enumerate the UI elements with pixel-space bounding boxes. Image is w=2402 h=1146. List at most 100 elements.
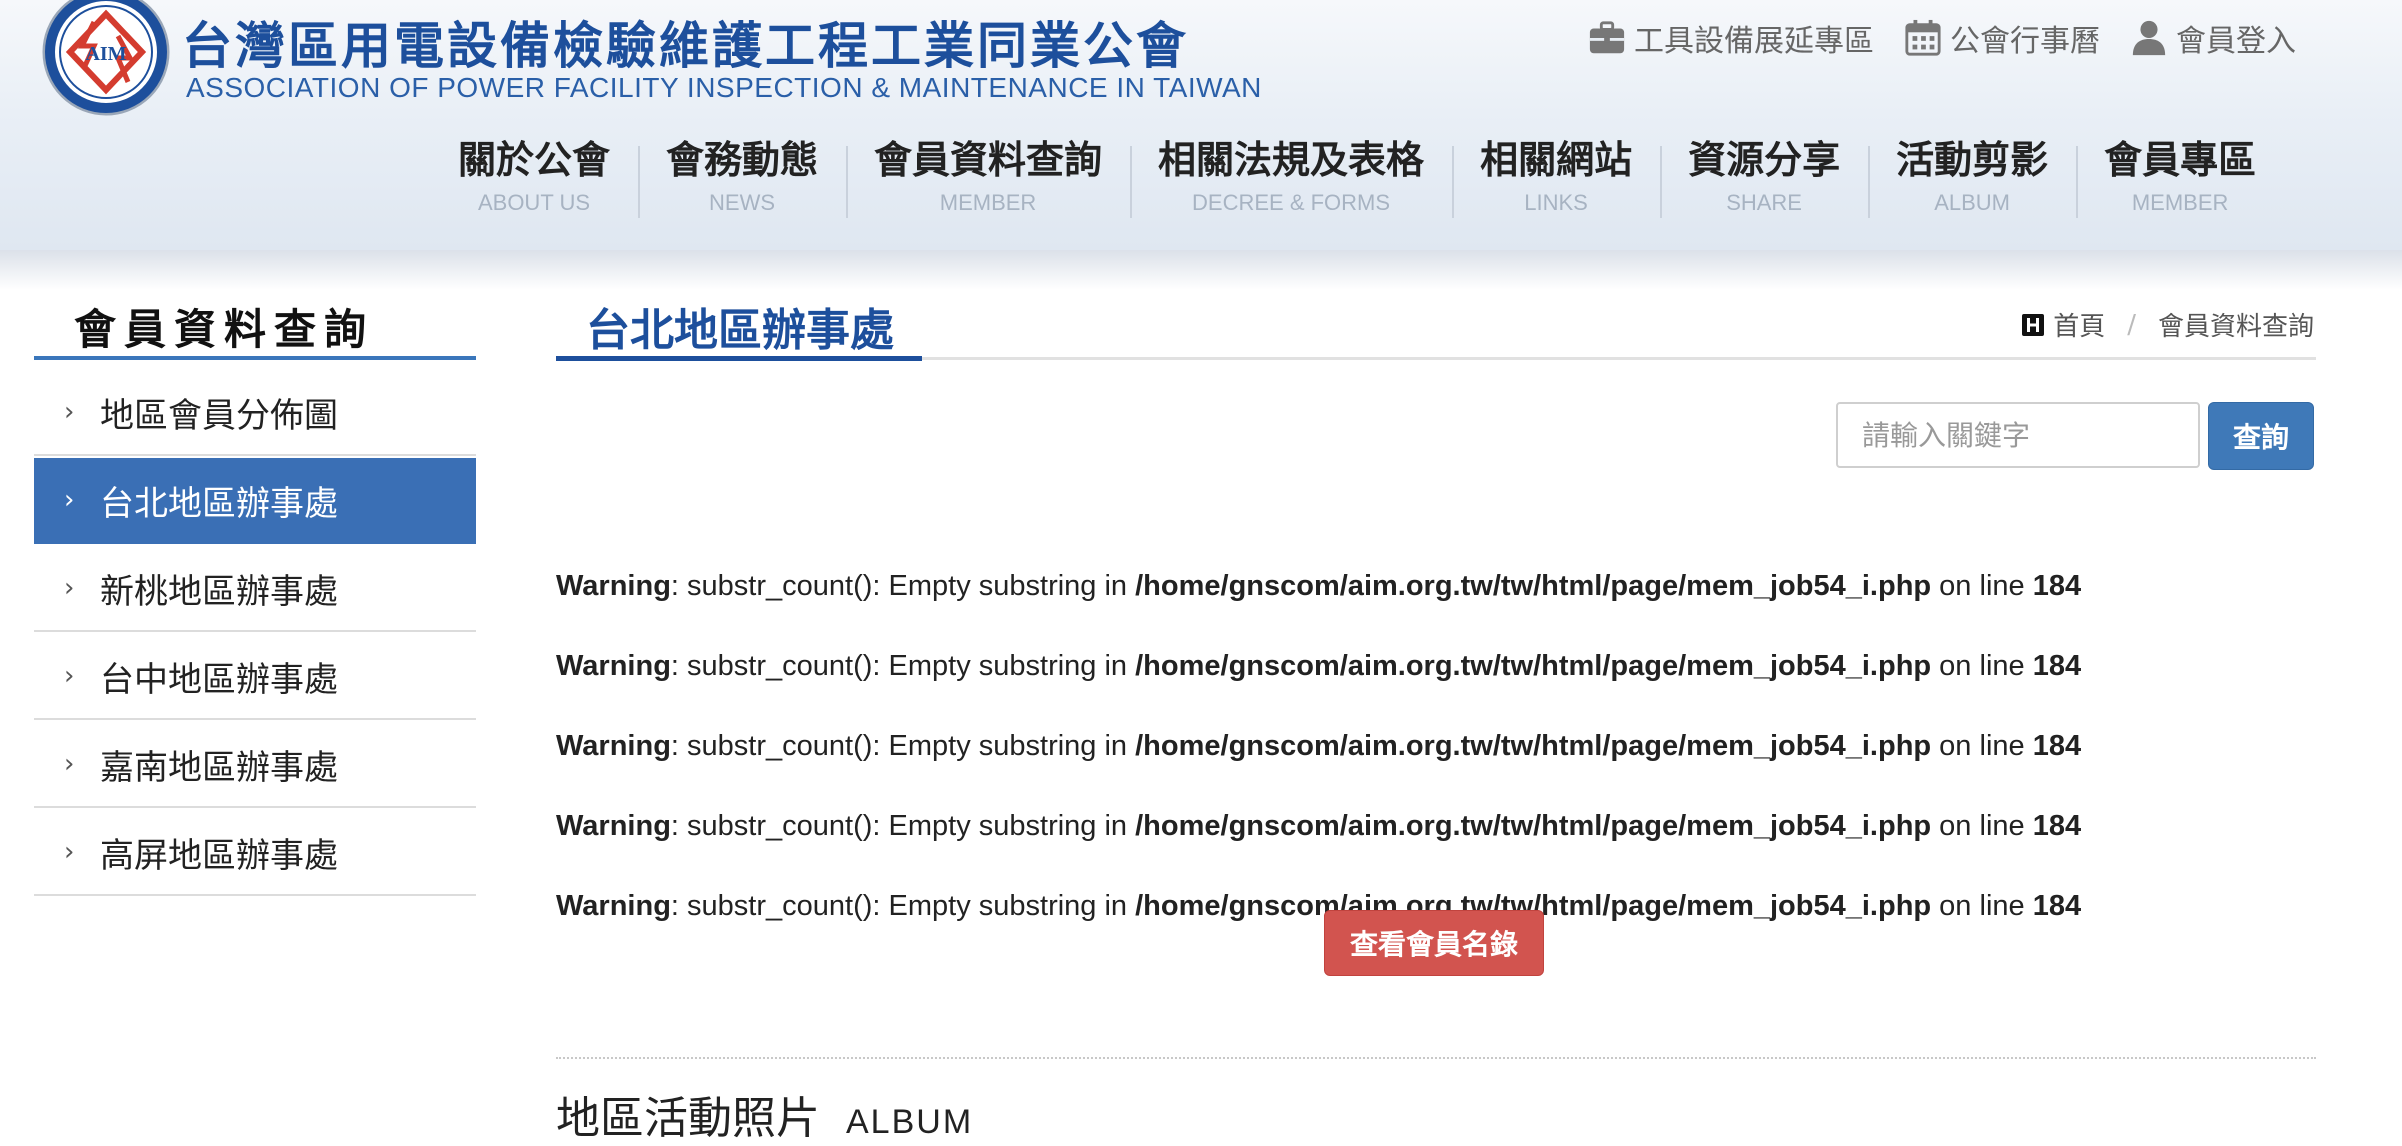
nav-decree-forms-sublabel: DECREE & FORMS: [1192, 190, 1391, 215]
warning-label: Warning: [556, 730, 671, 762]
search-button[interactable]: 查詢: [2208, 402, 2314, 470]
sidebar-item-label: 新桃地區辦事處: [100, 571, 338, 612]
tool-extension-link[interactable]: 工具設備展延專區: [1588, 16, 1874, 60]
nav-about[interactable]: 關於公會 ABOUT US: [430, 132, 638, 218]
sidebar-item-xintao-office[interactable]: › 新桃地區辦事處: [34, 546, 476, 632]
warning-on-line: on line: [1931, 570, 2033, 602]
warning-message: : substr_count(): Empty substring in: [670, 570, 1136, 602]
sidebar-item-chiayi-tainan-office[interactable]: › 嘉南地區辦事處: [34, 722, 476, 808]
warning-line-number: 184: [2032, 650, 2082, 682]
nav-about-label: 關於公會: [458, 138, 611, 182]
sidebar-item-taichung-office[interactable]: › 台中地區辦事處: [34, 634, 476, 720]
warning-path: /home/gnscom/aim.org.tw/tw/html/page/mem…: [1135, 570, 1932, 602]
warning-label: Warning: [556, 810, 671, 842]
album-heading: 地區活動照片 ALBUM: [556, 1082, 973, 1146]
sidebar-item-label: 台中地區辦事處: [100, 659, 338, 700]
view-member-list-button[interactable]: 查看會員名錄: [1324, 910, 1544, 976]
warning-label: Warning: [556, 890, 671, 922]
tool-extension-label: 工具設備展延專區: [1634, 24, 1874, 59]
nav-member-area-sublabel: MEMBER: [2131, 190, 2229, 215]
warning-on-line: on line: [1931, 810, 2033, 842]
nav-member-query-label: 會員資料查詢: [874, 138, 1103, 182]
sidebar-item-label: 高屏地區辦事處: [100, 835, 338, 876]
nav-album[interactable]: 活動剪影 ALBUM: [1868, 132, 2076, 218]
chevron-right-icon: ›: [64, 573, 75, 603]
user-icon: [2132, 20, 2166, 56]
site-title-chinese[interactable]: 台灣區用電設備檢驗維護工程工業同業公會: [182, 6, 1189, 78]
warning-message: : substr_count(): Empty substring in: [670, 650, 1136, 682]
briefcase-icon: [1589, 21, 1625, 54]
warning-message: : substr_count(): Empty substring in: [670, 890, 1136, 922]
nav-news-label: 會務動態: [666, 138, 819, 182]
nav-member-area[interactable]: 會員專區 MEMBER: [2076, 132, 2284, 218]
section-divider: [556, 1057, 2316, 1059]
nav-member-query[interactable]: 會員資料查詢 MEMBER: [846, 132, 1130, 218]
chevron-right-icon: ›: [64, 485, 75, 515]
warning-on-line: on line: [1931, 730, 2033, 762]
nav-member-query-sublabel: MEMBER: [939, 190, 1037, 215]
nav-links-sublabel: LINKS: [1524, 190, 1588, 215]
title-accent-bar: [556, 356, 922, 361]
php-warning-line: Warning: substr_count(): Empty substring…: [556, 706, 2336, 786]
nav-links[interactable]: 相關網站 LINKS: [1452, 132, 1660, 218]
sidebar-item-distribution-map[interactable]: › 地區會員分佈圖: [34, 370, 476, 456]
header-shadow: [0, 250, 2402, 290]
nav-album-sublabel: ALBUM: [1934, 190, 2010, 215]
sidebar-title-underline: [34, 356, 476, 360]
nav-member-area-label: 會員專區: [2104, 138, 2257, 182]
nav-album-label: 活動剪影: [1896, 138, 2049, 182]
warning-line-number: 184: [2032, 730, 2082, 762]
sidebar-item-label: 台北地區辦事處: [100, 483, 338, 524]
breadcrumb-current[interactable]: 會員資料查詢: [2158, 306, 2314, 343]
warning-line-number: 184: [2032, 810, 2082, 842]
warning-path: /home/gnscom/aim.org.tw/tw/html/page/mem…: [1135, 810, 1932, 842]
warning-path: /home/gnscom/aim.org.tw/tw/html/page/mem…: [1135, 730, 1932, 762]
member-login-label: 會員登入: [2176, 24, 2296, 59]
sidebar-menu: › 地區會員分佈圖 › 台北地區辦事處 › 新桃地區辦事處 › 台中地區辦事處 …: [34, 370, 476, 898]
nav-share[interactable]: 資源分享 SHARE: [1660, 132, 1868, 218]
warning-label: Warning: [556, 650, 671, 682]
sidebar-item-kaohsiung-pingtung-office[interactable]: › 高屏地區辦事處: [34, 810, 476, 896]
home-icon: [2022, 313, 2045, 336]
page-title: 台北地區辦事處: [586, 305, 894, 356]
php-warning-line: Warning: substr_count(): Empty substring…: [556, 546, 2336, 626]
search-input[interactable]: [1836, 402, 2200, 468]
sidebar-item-taipei-office[interactable]: › 台北地區辦事處: [34, 458, 476, 544]
php-warnings: Warning: substr_count(): Empty substring…: [556, 546, 2336, 946]
php-warning-line: Warning: substr_count(): Empty substring…: [556, 786, 2336, 866]
chevron-right-icon: ›: [64, 837, 75, 867]
breadcrumb-home-label: 首頁: [2053, 312, 2106, 342]
utility-links: 工具設備展延專區 公會行事曆 會員登入: [1588, 16, 2296, 60]
warning-message: : substr_count(): Empty substring in: [670, 730, 1136, 762]
nav-share-label: 資源分享: [1688, 138, 1841, 182]
warning-message: : substr_count(): Empty substring in: [670, 810, 1136, 842]
warning-line-number: 184: [2032, 890, 2082, 922]
nav-decree-forms[interactable]: 相關法規及表格 DECREE & FORMS: [1130, 132, 1452, 218]
php-warning-line: Warning: substr_count(): Empty substring…: [556, 626, 2336, 706]
nav-news-sublabel: NEWS: [709, 190, 776, 215]
site-title-english[interactable]: ASSOCIATION OF POWER FACILITY INSPECTION…: [186, 72, 1262, 104]
warning-on-line: on line: [1931, 650, 2033, 682]
warning-label: Warning: [556, 570, 671, 602]
sidebar-item-label: 地區會員分佈圖: [100, 395, 338, 436]
nav-decree-forms-label: 相關法規及表格: [1158, 138, 1425, 182]
aim-logo-icon[interactable]: AIM: [42, 0, 170, 116]
warning-path: /home/gnscom/aim.org.tw/tw/html/page/mem…: [1135, 650, 1932, 682]
calendar-link[interactable]: 公會行事曆: [1904, 16, 2100, 60]
member-login-link[interactable]: 會員登入: [2130, 16, 2296, 60]
album-heading-subtitle: ALBUM: [846, 1103, 974, 1141]
nav-share-sublabel: SHARE: [1726, 190, 1802, 215]
logo-text: AIM: [85, 43, 126, 65]
album-heading-title: 地區活動照片: [556, 1093, 820, 1144]
calendar-label: 公會行事曆: [1950, 24, 2100, 59]
chevron-right-icon: ›: [64, 661, 75, 691]
breadcrumb-home[interactable]: 首頁: [2021, 306, 2105, 343]
site-header: AIM 台灣區用電設備檢驗維護工程工業同業公會 ASSOCIATION OF P…: [0, 0, 2402, 250]
nav-news[interactable]: 會務動態 NEWS: [638, 132, 846, 218]
breadcrumb-separator: /: [2127, 309, 2136, 340]
chevron-right-icon: ›: [64, 749, 75, 779]
warning-line-number: 184: [2032, 570, 2082, 602]
sidebar-title: 會員資料查詢: [74, 305, 375, 354]
main-nav: 關於公會 ABOUT US 會務動態 NEWS 會員資料查詢 MEMBER 相關…: [430, 132, 2284, 218]
chevron-right-icon: ›: [64, 397, 75, 427]
